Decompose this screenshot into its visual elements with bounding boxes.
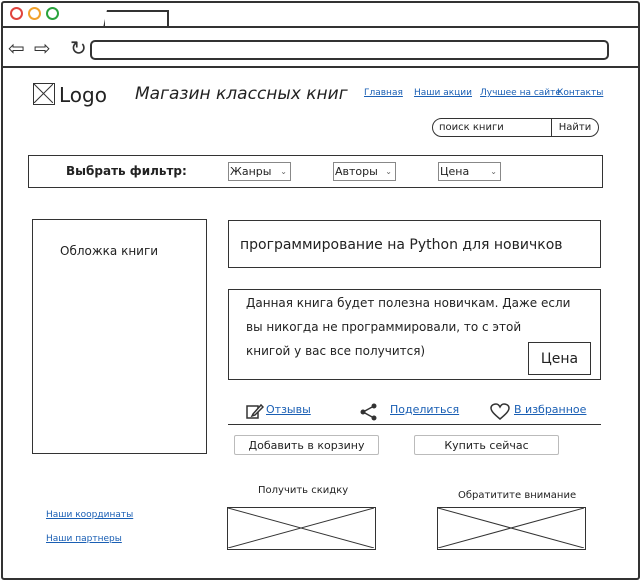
author-select[interactable]: Авторы ⌄: [333, 162, 396, 181]
close-window-dot[interactable]: [10, 7, 23, 20]
placeholder-cross-icon: [228, 508, 374, 548]
footer-link-partners[interactable]: Наши партнеры: [46, 534, 122, 544]
browser-window: ⇦ ⇨ ↻ Logo Магазин классных книг Главная…: [0, 0, 643, 583]
genre-select-value: Жанры: [230, 165, 272, 178]
book-description-line: книгой у вас все получится): [246, 344, 426, 358]
edit-review-icon[interactable]: [246, 403, 265, 423]
price-select[interactable]: Цена ⌄: [438, 162, 501, 181]
promo-discount-label: Получить скидку: [258, 485, 349, 496]
address-bar[interactable]: [90, 40, 609, 60]
share-icon[interactable]: [359, 403, 379, 425]
book-description-line: вы никогда не программировали, то с этой: [246, 320, 522, 334]
minimize-window-dot[interactable]: [28, 7, 41, 20]
share-link[interactable]: Поделиться: [390, 403, 459, 416]
search-input[interactable]: [439, 120, 549, 134]
book-cover-label: Обложка книги: [60, 244, 159, 258]
heart-icon[interactable]: [490, 403, 510, 425]
promo-attention-image[interactable]: [437, 507, 586, 550]
genre-select[interactable]: Жанры ⌄: [228, 162, 291, 181]
price-select-value: Цена: [440, 165, 470, 178]
footer-link-coordinates[interactable]: Наши координаты: [46, 510, 133, 520]
forward-arrow-icon[interactable]: ⇨: [34, 38, 51, 58]
add-to-cart-button[interactable]: Добавить в корзину: [234, 435, 379, 455]
logo-image-placeholder: [33, 83, 55, 105]
logo-text: Logo: [59, 83, 107, 107]
reviews-link[interactable]: Отзывы: [266, 403, 311, 416]
reload-icon[interactable]: ↻: [70, 38, 87, 58]
placeholder-cross-icon: [34, 84, 53, 103]
tab-bar-divider: [3, 26, 639, 28]
promo-discount-image[interactable]: [227, 507, 376, 550]
nav-link-contacts[interactable]: Контакты: [557, 88, 603, 98]
toolbar-divider: [3, 66, 639, 68]
filter-label: Выбрать фильтр:: [66, 164, 187, 178]
search-button[interactable]: Найти: [551, 118, 598, 136]
nav-link-promotions[interactable]: Наши акции: [414, 88, 472, 98]
chevron-down-icon: ⌄: [280, 167, 287, 176]
back-arrow-icon[interactable]: ⇦: [8, 38, 25, 58]
book-description-line: Данная книга будет полезна новичкам. Даж…: [246, 296, 571, 310]
book-title: программирование на Python для новичков: [240, 237, 563, 253]
favorites-link[interactable]: В избранное: [514, 403, 586, 416]
actions-divider: [228, 424, 601, 425]
price-button[interactable]: Цена: [528, 342, 591, 375]
nav-link-home[interactable]: Главная: [364, 88, 403, 98]
maximize-window-dot[interactable]: [46, 7, 59, 20]
chevron-down-icon: ⌄: [385, 167, 392, 176]
promo-attention-label: Обратитите внимание: [458, 490, 577, 501]
placeholder-cross-icon: [438, 508, 584, 548]
author-select-value: Авторы: [335, 165, 378, 178]
buy-now-button[interactable]: Купить сейчас: [414, 435, 559, 455]
search-box: Найти: [432, 118, 599, 137]
chevron-down-icon: ⌄: [490, 167, 497, 176]
nav-link-best[interactable]: Лучшее на сайте: [480, 88, 561, 98]
site-title: Магазин классных книг: [135, 84, 348, 104]
